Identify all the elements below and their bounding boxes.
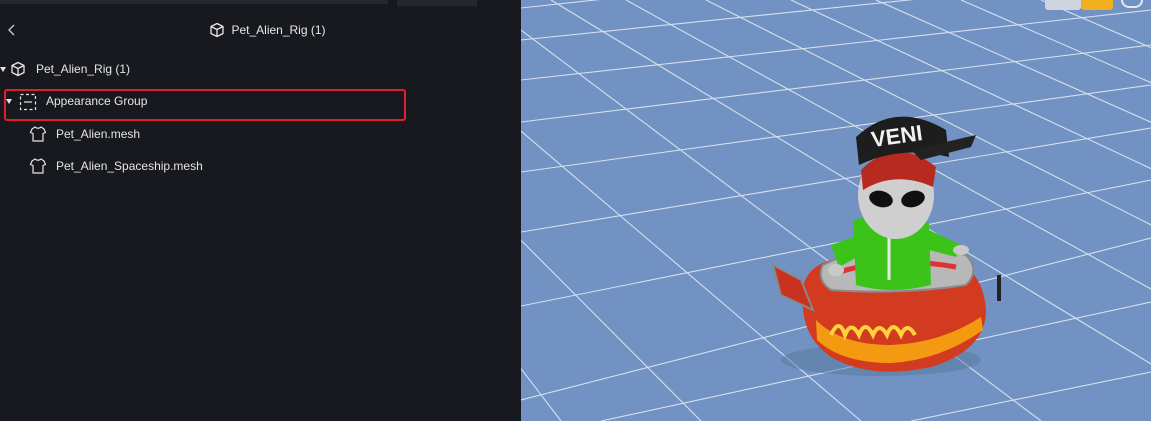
tree-item-appearance-group[interactable]: Appearance Group xyxy=(0,88,521,116)
tree-item-label: Appearance Group xyxy=(46,94,148,108)
shirt-icon xyxy=(29,125,47,143)
top-tab-stub[interactable] xyxy=(397,0,477,6)
expand-caret-icon[interactable] xyxy=(0,67,6,72)
app-window: Pet_Alien_Rig (1) Pet_Alien_Rig (1) Appe… xyxy=(0,0,1151,421)
expand-caret-icon[interactable] xyxy=(6,99,12,104)
tree-item-label: Pet_Alien.mesh xyxy=(56,127,141,141)
top-tab-strip[interactable] xyxy=(0,0,388,4)
tree-item-label: Pet_Alien_Spaceship.mesh xyxy=(56,159,203,173)
tree-item-mesh[interactable]: Pet_Alien.mesh xyxy=(0,120,521,148)
tree-item-label: Pet_Alien_Rig (1) xyxy=(36,62,131,76)
cube-icon xyxy=(10,61,26,77)
panel-header: Pet_Alien_Rig (1) xyxy=(0,10,521,50)
group-dashed-icon xyxy=(19,93,37,111)
header-title-group: Pet_Alien_Rig (1) xyxy=(0,10,535,50)
3d-viewport[interactable]: VENI xyxy=(521,0,1151,421)
page-title: Pet_Alien_Rig (1) xyxy=(231,23,326,37)
hierarchy-panel: Pet_Alien_Rig (1) Pet_Alien_Rig (1) Appe… xyxy=(0,0,521,421)
tree-item-root[interactable]: Pet_Alien_Rig (1) xyxy=(0,55,521,83)
alien-model[interactable]: VENI xyxy=(761,95,1001,385)
active-tool-button[interactable] xyxy=(1081,0,1113,10)
tree-item-mesh[interactable]: Pet_Alien_Spaceship.mesh xyxy=(0,152,521,180)
view-tool-button[interactable] xyxy=(1045,0,1081,10)
cube-icon xyxy=(209,22,225,38)
shirt-icon xyxy=(29,157,47,175)
